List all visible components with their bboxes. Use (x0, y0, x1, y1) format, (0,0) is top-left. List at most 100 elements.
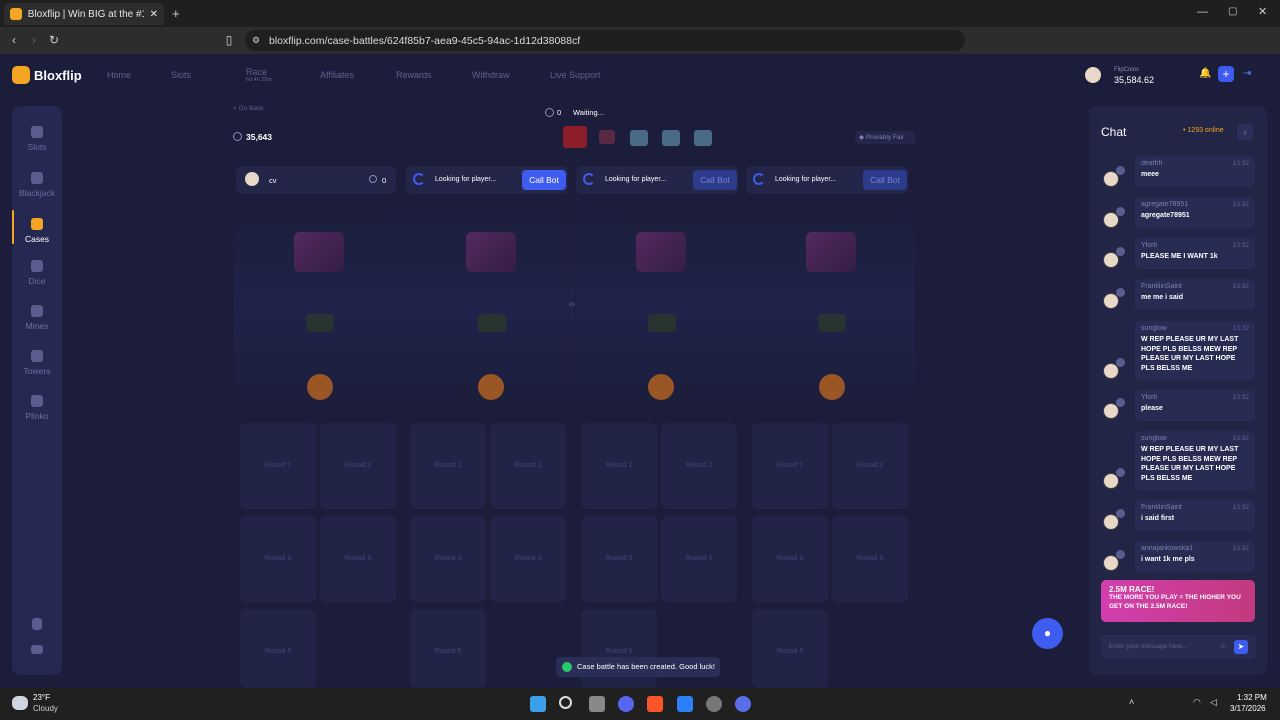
race-promo-banner[interactable]: 2.5M RACE! THE MORE YOU PLAY = THE HIGHE… (1101, 580, 1255, 622)
round-cell: Round 4 (661, 516, 737, 602)
looking-label: Looking for player... (605, 176, 667, 183)
chat-input-box[interactable]: Enter your message here... ☺ ➤ (1101, 635, 1256, 659)
dice-icon (31, 260, 43, 272)
wifi-icon[interactable]: ◠ (1193, 697, 1201, 708)
message-text: W REP PLEASE UR MY LAST HOPE PLS BELSS M… (1141, 336, 1239, 372)
discord-app-icon[interactable] (618, 696, 634, 712)
address-bar[interactable]: bloxflip.com/case-battles/624f85b7-aea9-… (245, 30, 965, 51)
close-window-icon[interactable]: ✕ (1258, 5, 1267, 18)
case-thumbnail[interactable] (563, 126, 587, 148)
round-cell: Round 5 (410, 609, 486, 688)
discord-icon[interactable] (31, 645, 43, 654)
round-cell: Round 2 (661, 423, 737, 509)
nav-home[interactable]: Home (107, 70, 131, 80)
taskbar-time: 1:32 PM (1237, 693, 1267, 702)
shield-icon[interactable] (32, 618, 42, 630)
forward-icon[interactable]: › (26, 32, 42, 48)
player-slot-1: cv 0 (236, 166, 396, 194)
round-cell: Round 3 (752, 516, 828, 602)
round-cell: Round 3 (581, 516, 657, 602)
case-thumbnail[interactable] (694, 130, 712, 146)
level-badge (1116, 550, 1125, 559)
nav-affiliates[interactable]: Affiliates (320, 70, 354, 80)
player-slot-4: Looking for player... Call Bot (746, 166, 908, 194)
message-text: PLEASE ME I WANT 1k (1141, 253, 1218, 260)
round-cell: Round 2 (832, 423, 908, 509)
search-icon[interactable] (559, 696, 572, 709)
loading-spinner-icon (583, 173, 595, 185)
message-time: 13:32 (1232, 201, 1249, 208)
battle-total: 35,643 (246, 132, 272, 142)
message-text: W REP PLEASE UR MY LAST HOPE PLS BELSS M… (1141, 446, 1239, 482)
message-time: 13:32 (1232, 242, 1249, 249)
site-info-icon[interactable]: ⚙ (248, 32, 264, 48)
nav-rewards[interactable]: Rewards (396, 70, 432, 80)
call-bot-button[interactable]: Call Bot (693, 170, 737, 190)
sidebar-label: Mines (25, 321, 49, 331)
windows-start-icon[interactable] (530, 696, 546, 712)
security-app-icon[interactable] (677, 696, 693, 712)
nav-race[interactable]: Race (246, 67, 267, 77)
tab-title: Bloxflip | Win BIG at the #1 gam (27, 8, 144, 20)
sidebar-label: Slots (27, 142, 47, 152)
task-view-icon[interactable] (589, 696, 605, 712)
loading-spinner-icon (753, 173, 765, 185)
level-badge (1116, 509, 1125, 518)
message-time: 13:32 (1232, 283, 1249, 290)
sidebar-item-plinko[interactable]: Plinko (12, 395, 62, 421)
toast-text: Case battle has been created. Good luck! (577, 662, 716, 671)
sidebar-item-blackjack[interactable]: Blackjack (12, 172, 62, 198)
sidebar-item-slots[interactable]: Slots (12, 126, 62, 152)
app-icon[interactable] (735, 696, 751, 712)
hat-item (478, 314, 506, 332)
tray-chevron-icon[interactable]: ˄ (1129, 697, 1134, 707)
go-back-link[interactable]: < Go Back (233, 105, 264, 112)
case-thumbnail[interactable] (662, 130, 680, 146)
bookmark-icon[interactable]: ▯ (221, 32, 237, 48)
browser-tab[interactable]: Bloxflip | Win BIG at the #1 gam ✕ (4, 3, 164, 25)
emoji-icon[interactable]: ☺ (1219, 641, 1227, 650)
back-icon[interactable]: ‹ (6, 32, 22, 48)
bloxflip-logo[interactable]: Bloxflip (12, 66, 82, 84)
sidebar-item-mines[interactable]: Mines (12, 305, 62, 331)
nav-withdraw[interactable]: Withdraw (472, 70, 510, 80)
case-thumbnail[interactable] (599, 130, 615, 144)
chat-message: Ylorti 13:32 please (1135, 390, 1255, 421)
call-bot-button[interactable]: Call Bot (522, 170, 566, 190)
game-sidebar: Slots Blackjack Cases Dice Mines Towers … (12, 106, 62, 675)
looking-label: Looking for player... (775, 176, 837, 183)
chat-toggle-button[interactable]: ● (1032, 618, 1063, 649)
brave-app-icon[interactable] (647, 696, 663, 712)
weather-icon[interactable] (12, 696, 28, 710)
nav-live-support[interactable]: Live Support (550, 70, 601, 80)
top-navigation: Bloxflip Home Slots Race 6d 4h 28m Affil… (0, 54, 1280, 98)
spinner-column-3 (575, 202, 745, 412)
chat-message: Ylorti 13:32 PLEASE ME I WANT 1k (1135, 238, 1255, 269)
nav-slots[interactable]: Slots (171, 70, 191, 80)
round-cell: Round 1 (410, 423, 486, 509)
message-text: me me i said (1141, 294, 1184, 301)
close-tab-icon[interactable]: ✕ (150, 9, 158, 20)
sidebar-item-dice[interactable]: Dice (12, 260, 62, 286)
minimize-icon[interactable]: — (1197, 6, 1208, 18)
taskbar-date: 3/17/2026 (1230, 704, 1266, 713)
send-button[interactable]: ➤ (1234, 640, 1248, 654)
promo-text: THE MORE YOU PLAY = THE HIGHER YOU GET O… (1109, 594, 1241, 610)
chrome-app-icon[interactable] (706, 696, 722, 712)
fair-shield-icon: ◆ (859, 134, 866, 141)
provably-fair-badge[interactable]: ◆ Provably Fair (855, 131, 915, 144)
case-thumbnail[interactable] (630, 130, 648, 146)
round-cell: Round 1 (752, 423, 828, 509)
reload-icon[interactable]: ↻ (46, 32, 62, 48)
sidebar-item-cases[interactable]: Cases (12, 218, 62, 244)
volume-icon[interactable]: ◁ (1210, 697, 1217, 708)
message-time: 13:32 (1232, 160, 1249, 167)
call-bot-button[interactable]: Call Bot (863, 170, 907, 190)
maximize-icon[interactable]: ▢ (1228, 6, 1237, 17)
browser-toolbar: bloxflip.com/case-battles/624f85b7-aea9-… (0, 27, 1280, 54)
sidebar-label: Dice (28, 276, 46, 286)
player-name: cv (269, 176, 277, 185)
new-tab-icon[interactable]: + (172, 6, 180, 21)
sidebar-item-towers[interactable]: Towers (12, 350, 62, 376)
total-coin-icon (233, 132, 242, 141)
